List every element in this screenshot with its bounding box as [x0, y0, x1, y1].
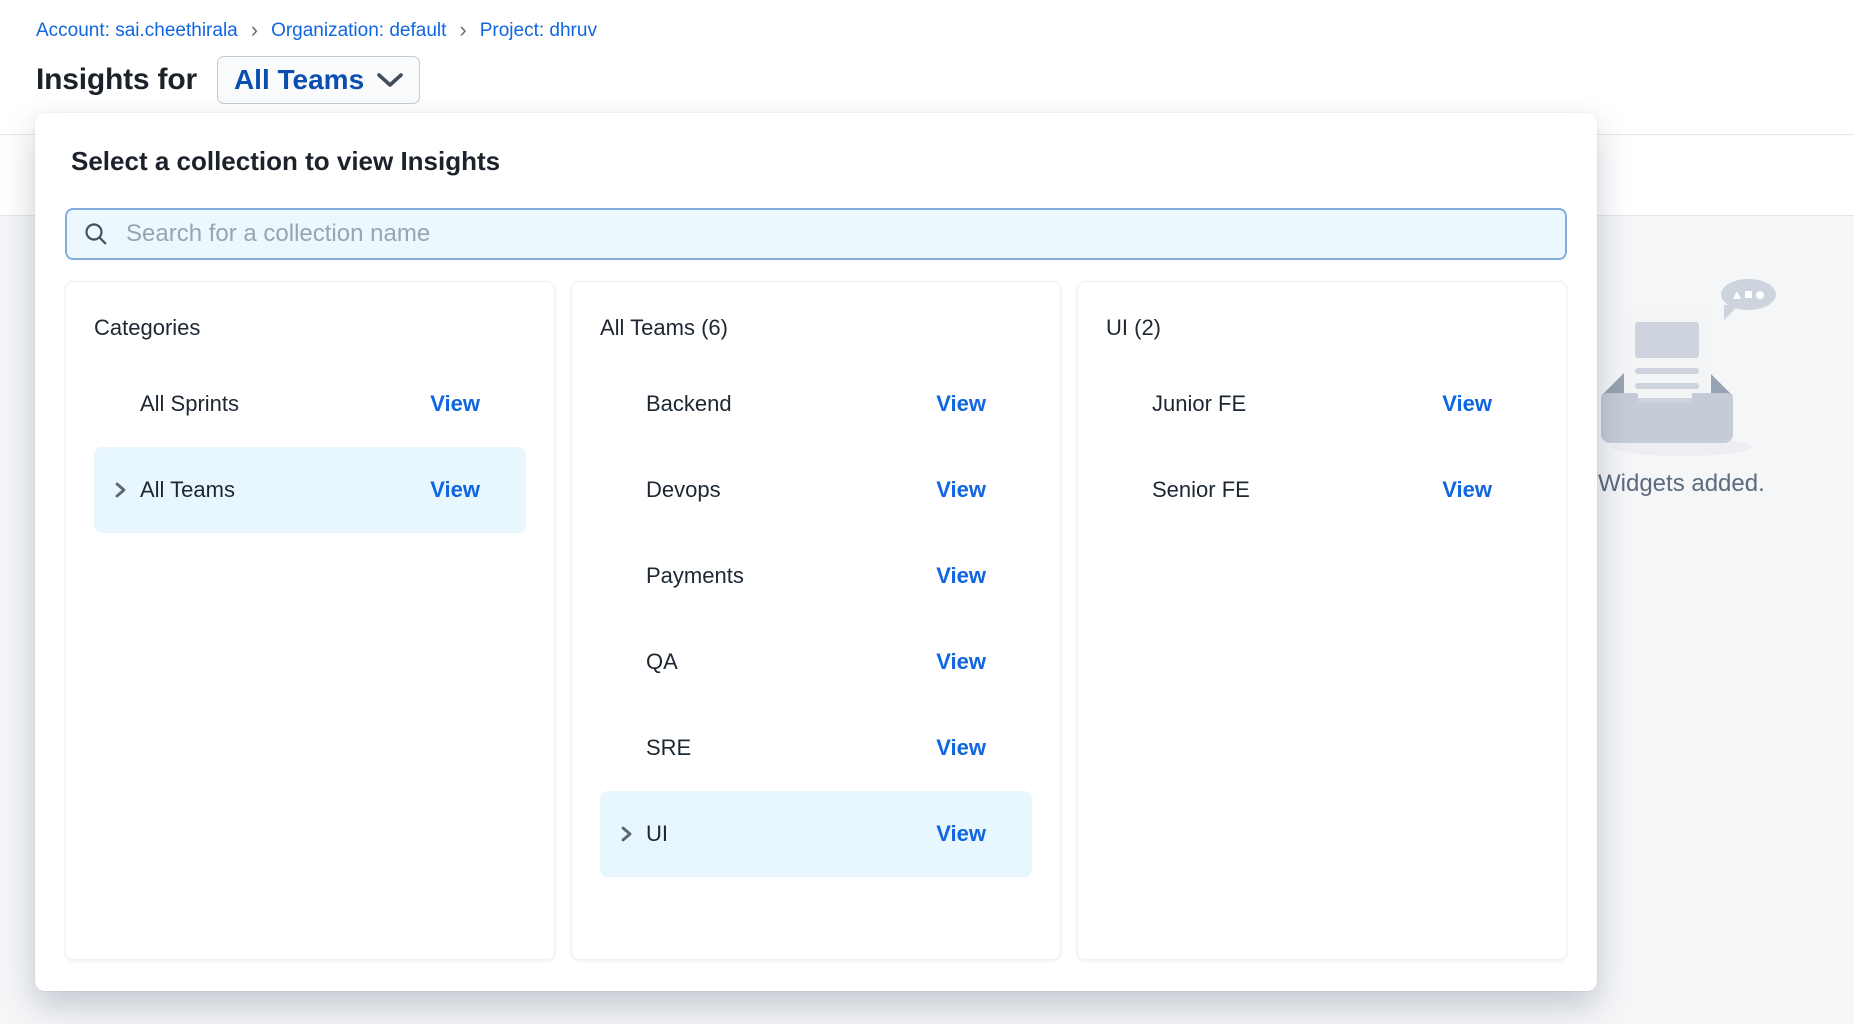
collection-name: Senior FE: [1152, 477, 1250, 503]
collection-name: QA: [646, 649, 678, 675]
chevron-right-icon: [618, 824, 646, 844]
breadcrumb-separator: ›: [251, 19, 258, 41]
view-link[interactable]: View: [936, 477, 986, 503]
search-icon: [83, 221, 109, 247]
empty-state-text: Widgets added.: [1598, 470, 1765, 498]
view-link[interactable]: View: [936, 391, 986, 417]
breadcrumb-link[interactable]: Project: dhruv: [480, 20, 597, 42]
collection-column: UI (2) Junior FE View Senior FE View: [1077, 281, 1567, 960]
view-link[interactable]: View: [1442, 477, 1492, 503]
view-link[interactable]: View: [936, 649, 986, 675]
breadcrumb-link[interactable]: Account: sai.cheethirala: [36, 20, 238, 42]
column-header: UI (2): [1106, 315, 1538, 341]
collection-name: Payments: [646, 563, 744, 589]
collection-row[interactable]: UI View: [600, 791, 1032, 877]
search-box: [65, 208, 1567, 260]
page-title: Insights for: [36, 63, 197, 97]
column-header: Categories: [94, 315, 526, 341]
breadcrumb-separator: ›: [459, 19, 466, 41]
breadcrumb-link[interactable]: Organization: default: [271, 20, 446, 42]
collection-row[interactable]: Devops View: [600, 447, 1032, 533]
collection-name: SRE: [646, 735, 691, 761]
collection-row[interactable]: Payments View: [600, 533, 1032, 619]
view-link[interactable]: View: [430, 477, 480, 503]
chevron-right-icon: [112, 480, 140, 500]
chevron-down-icon: [377, 73, 403, 88]
collection-row[interactable]: Backend View: [600, 361, 1032, 447]
collection-dropdown-label: All Teams: [234, 64, 364, 96]
speech-bubble-icon: [1721, 279, 1776, 310]
collection-name: Backend: [646, 391, 732, 417]
collection-row[interactable]: QA View: [600, 619, 1032, 705]
empty-state: Widgets added.: [1596, 275, 1854, 505]
collection-column: All Teams (6)BackendViewDevopsViewPaymen…: [571, 281, 1061, 960]
collection-name: Devops: [646, 477, 721, 503]
search-input[interactable]: [124, 219, 1549, 249]
collection-picker-modal: Select a collection to view Insights Cat…: [35, 113, 1597, 991]
view-link[interactable]: View: [936, 563, 986, 589]
collection-column: Categories All Sprints View All Teams View: [65, 281, 555, 960]
collection-name: All Sprints: [140, 391, 239, 417]
collection-row[interactable]: Junior FE View: [1106, 361, 1538, 447]
inbox-tray-illustration: [1601, 403, 1733, 443]
page-heading-row: Insights for All Teams: [36, 56, 420, 104]
collection-name: All Teams: [140, 477, 235, 503]
collection-name: UI: [646, 821, 668, 847]
column-header: All Teams (6): [600, 315, 1032, 341]
collection-row[interactable]: Senior FE View: [1106, 447, 1538, 533]
modal-title: Select a collection to view Insights: [71, 146, 500, 177]
view-link[interactable]: View: [936, 735, 986, 761]
view-link[interactable]: View: [1442, 391, 1492, 417]
view-link[interactable]: View: [430, 391, 480, 417]
collection-columns: CategoriesAll SprintsViewAll TeamsViewAl…: [65, 281, 1567, 960]
collection-row[interactable]: All Sprints View: [94, 361, 526, 447]
collection-row[interactable]: SRE View: [600, 705, 1032, 791]
collection-row[interactable]: All Teams View: [94, 447, 526, 533]
collection-name: Junior FE: [1152, 391, 1246, 417]
view-link[interactable]: View: [936, 821, 986, 847]
breadcrumb: Account: sai.cheethirala › Organization: d…: [36, 20, 597, 42]
collection-dropdown-button[interactable]: All Teams: [217, 56, 420, 104]
